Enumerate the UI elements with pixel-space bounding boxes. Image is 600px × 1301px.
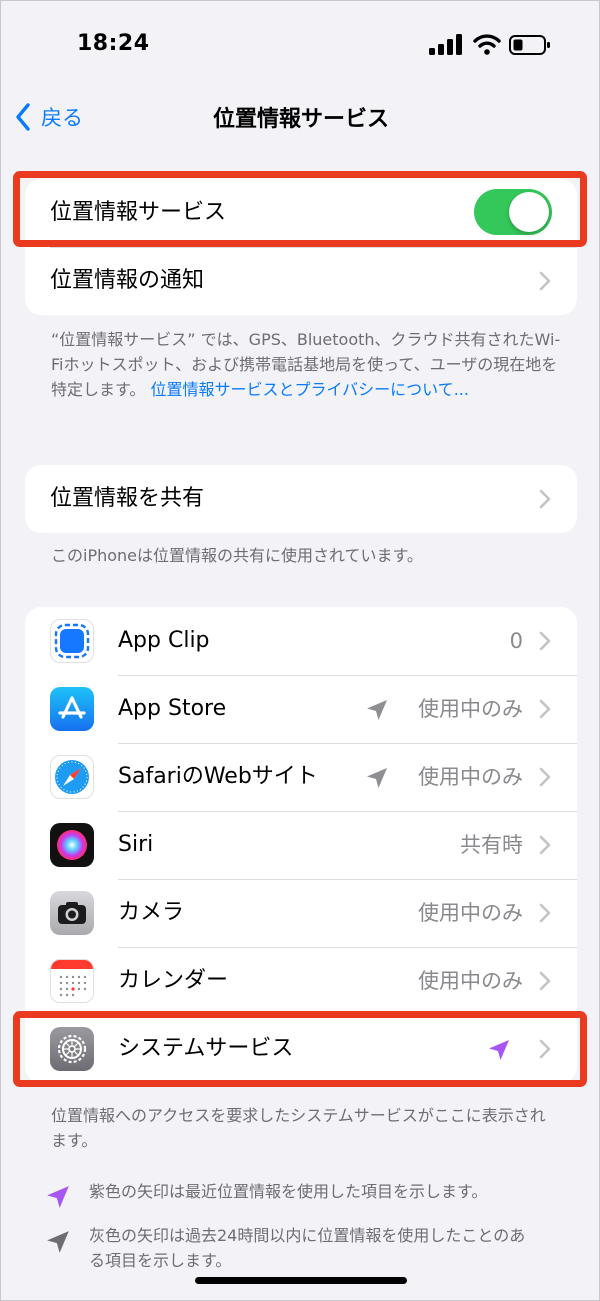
app-row-app-clip[interactable]: App Clip 0	[25, 607, 577, 675]
page-title: 位置情報サービス	[212, 107, 389, 132]
app-clip-icon	[50, 619, 94, 663]
app-name: カメラ	[118, 900, 185, 925]
app-row-siri[interactable]: Siri 共有時	[25, 811, 577, 879]
home-indicator	[195, 1277, 407, 1284]
chevron-right-icon	[539, 271, 551, 291]
chevron-right-icon	[539, 767, 551, 787]
location-alerts-row[interactable]: 位置情報の通知	[25, 247, 577, 315]
app-name: システムサービス	[118, 1036, 294, 1061]
app-value: 使用中のみ	[418, 969, 523, 993]
app-row-safari[interactable]: SafariのWebサイト 使用中のみ	[25, 743, 577, 811]
location-services-label: 位置情報サービス	[50, 200, 227, 225]
app-row-system-services[interactable]: システムサービス	[25, 1015, 577, 1083]
toggle-knob	[509, 192, 549, 232]
app-value: 使用中のみ	[418, 901, 523, 925]
gray-location-arrow-icon	[47, 1231, 69, 1253]
chevron-right-icon	[539, 699, 551, 719]
location-services-footnote: “位置情報サービス” では、GPS、Bluetooth、クラウド共有されたWi-…	[51, 327, 561, 402]
privacy-link[interactable]: 位置情報サービスとプライバシーについて...	[151, 380, 469, 399]
location-services-row: 位置情報サービス	[25, 179, 577, 247]
app-name: カレンダー	[118, 968, 229, 993]
gray-location-arrow-icon	[367, 768, 387, 788]
purple-location-arrow-icon	[47, 1186, 69, 1208]
system-services-footnote: 位置情報へのアクセスを要求したシステムサービスがここに表示されます。	[51, 1106, 546, 1150]
chevron-right-icon	[539, 971, 551, 991]
purple-location-arrow-icon	[489, 1040, 509, 1060]
battery-icon	[509, 35, 550, 55]
app-name: Siri	[118, 832, 154, 857]
cellular-signal-icon	[429, 34, 462, 55]
app-value: 使用中のみ	[418, 697, 523, 721]
share-location-label: 位置情報を共有	[50, 486, 205, 511]
app-value: 0	[509, 629, 523, 653]
chevron-right-icon	[539, 903, 551, 923]
siri-icon	[50, 823, 94, 867]
wifi-icon	[473, 34, 501, 55]
chevron-right-icon	[539, 835, 551, 855]
share-footnote: このiPhoneは位置情報の共有に使用されています。	[51, 546, 423, 565]
calendar-icon	[50, 959, 94, 1003]
gray-location-arrow-icon	[367, 700, 387, 720]
app-row-calendar[interactable]: カレンダー 使用中のみ	[25, 947, 577, 1015]
app-value: 共有時	[460, 833, 523, 857]
app-row-app-store[interactable]: App Store 使用中のみ	[25, 675, 577, 743]
legend-purple-text: 紫色の矢印は最近位置情報を使用した項目を示します。	[89, 1182, 488, 1201]
safari-icon	[50, 755, 94, 799]
app-value: 使用中のみ	[418, 765, 523, 789]
location-alerts-label: 位置情報の通知	[50, 268, 205, 293]
app-row-camera[interactable]: カメラ 使用中のみ	[25, 879, 577, 947]
chevron-right-icon	[539, 1039, 551, 1059]
status-bar: 18:24	[1, 1, 599, 91]
settings-screen: 18:24 戻る 位置情報サービス 位置情報サービス 位置情報の通知 “位置情報…	[0, 0, 600, 1301]
status-time: 18:24	[77, 31, 150, 56]
chevron-right-icon	[539, 631, 551, 651]
location-services-card: 位置情報サービス 位置情報の通知	[25, 179, 577, 315]
apps-card: App Clip 0 App Store 使用中のみ SafariのWebサイト…	[25, 607, 577, 1083]
legend-gray-text: 灰色の矢印は過去24時間以内に位置情報を使用したことのある項目を示します。	[89, 1226, 526, 1270]
chevron-right-icon	[539, 489, 551, 509]
app-name: App Clip	[118, 628, 210, 653]
share-location-card: 位置情報を共有	[25, 465, 577, 533]
app-name: SafariのWebサイト	[118, 764, 318, 789]
app-store-icon	[50, 687, 94, 731]
location-services-toggle[interactable]	[474, 189, 552, 235]
app-name: App Store	[118, 696, 227, 721]
system-services-icon	[50, 1027, 94, 1071]
share-location-row[interactable]: 位置情報を共有	[25, 465, 577, 533]
camera-icon	[50, 891, 94, 935]
